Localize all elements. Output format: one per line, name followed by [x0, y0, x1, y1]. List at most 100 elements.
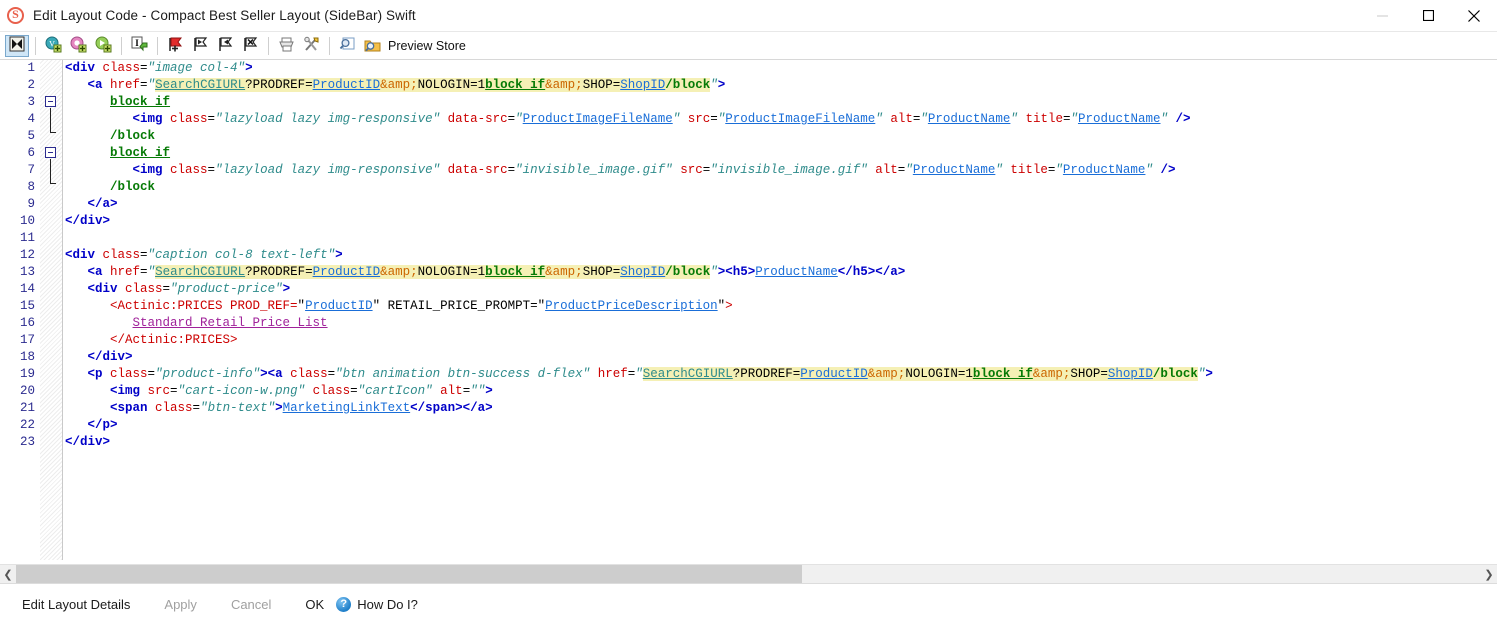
print-button[interactable]	[274, 35, 298, 57]
line-number: 6	[0, 145, 35, 162]
line-number: 10	[0, 213, 35, 230]
fold-toggle-line-3[interactable]	[45, 96, 56, 107]
code-line[interactable]: <img class="lazyload lazy img-responsive…	[63, 162, 1497, 179]
code-line[interactable]: block if	[63, 145, 1497, 162]
next-marker-button[interactable]	[188, 35, 212, 57]
variable-add-icon: V	[45, 36, 62, 56]
flag-next-icon	[192, 36, 209, 56]
insert-text-button[interactable]: I	[127, 35, 151, 57]
line-number: 23	[0, 434, 35, 451]
line-number: 2	[0, 77, 35, 94]
code-line[interactable]: </div>	[63, 434, 1497, 451]
cancel-button[interactable]: Cancel	[231, 597, 271, 612]
text-insert-icon: I	[131, 36, 148, 56]
previous-marker-button[interactable]	[213, 35, 237, 57]
flag-delete-icon	[242, 36, 259, 56]
code-line[interactable]: </a>	[63, 196, 1497, 213]
minimize-icon[interactable]	[1359, 0, 1405, 31]
close-icon[interactable]	[1451, 0, 1497, 31]
how-do-i-button[interactable]: ? How Do I?	[336, 597, 418, 612]
code-line[interactable]: </div>	[63, 349, 1497, 366]
hammer-wrench-icon	[303, 36, 320, 56]
line-number: 17	[0, 332, 35, 349]
line-number: 22	[0, 417, 35, 434]
code-line[interactable]: <p class="product-info"><a class="btn an…	[63, 366, 1497, 383]
toolbar-separator	[157, 37, 158, 55]
preview-store-button[interactable]: Preview Store	[360, 35, 472, 57]
toolbar-separator	[35, 37, 36, 55]
fold-range-line-3	[50, 108, 51, 133]
code-text-area[interactable]: <div class="image col-4"> <a href="Searc…	[62, 60, 1497, 560]
code-line[interactable]: /block	[63, 179, 1497, 196]
svg-text:I: I	[135, 38, 139, 48]
scroll-right-icon[interactable]: ❯	[1481, 565, 1497, 583]
select-layout-button[interactable]	[5, 35, 29, 57]
insert-block-button[interactable]	[91, 35, 115, 57]
line-number: 7	[0, 162, 35, 179]
code-line[interactable]: <div class="caption col-8 text-left">	[63, 247, 1497, 264]
code-line[interactable]: <a href="SearchCGIURL?PRODREF=ProductID&…	[63, 77, 1497, 94]
code-line[interactable]: <img src="cart-icon-w.png" class="cartIc…	[63, 383, 1497, 400]
code-line[interactable]: /block	[63, 128, 1497, 145]
delete-marker-button[interactable]	[238, 35, 262, 57]
code-line[interactable]: <div class="image col-4">	[63, 60, 1497, 77]
ok-button[interactable]: OK	[305, 597, 324, 612]
block-add-icon	[95, 36, 112, 56]
line-number: 19	[0, 366, 35, 383]
code-editor[interactable]: 1 2 3 4 5 6 7 8 9 10 11 12 13 14 15 16 1…	[0, 60, 1497, 560]
magnifier-page-icon	[339, 36, 356, 56]
line-number: 20	[0, 383, 35, 400]
code-line[interactable]: <span class="btn-text">MarketingLinkText…	[63, 400, 1497, 417]
horizontal-scroll-thumb[interactable]	[16, 565, 802, 583]
code-fold-column[interactable]	[40, 60, 62, 560]
code-line[interactable]	[63, 230, 1497, 247]
code-line[interactable]: <Actinic:PRICES PROD_REF="ProductID" RET…	[63, 298, 1497, 315]
add-marker-button[interactable]	[163, 35, 187, 57]
line-number: 15	[0, 298, 35, 315]
help-question-icon: ?	[336, 597, 351, 612]
toolbar-separator	[329, 37, 330, 55]
layout-grid-icon	[9, 36, 25, 55]
fold-toggle-line-6[interactable]	[45, 147, 56, 158]
code-editor-panel[interactable]: 1 2 3 4 5 6 7 8 9 10 11 12 13 14 15 16 1…	[0, 60, 1497, 560]
code-line[interactable]: </div>	[63, 213, 1497, 230]
main-toolbar: V	[0, 32, 1497, 60]
line-number: 9	[0, 196, 35, 213]
code-line[interactable]: block if	[63, 94, 1497, 111]
horizontal-scroll-track[interactable]	[16, 565, 1481, 583]
line-number: 18	[0, 349, 35, 366]
code-line[interactable]: </p>	[63, 417, 1497, 434]
dialog-button-bar: Edit Layout Details Apply Cancel OK ? Ho…	[0, 583, 1497, 624]
code-line[interactable]: <a href="SearchCGIURL?PRODREF=ProductID&…	[63, 264, 1497, 281]
window-title: Edit Layout Code - Compact Best Seller L…	[33, 8, 416, 23]
preview-store-label: Preview Store	[388, 39, 466, 53]
line-number: 11	[0, 230, 35, 247]
insert-variable-button[interactable]: V	[41, 35, 65, 57]
horizontal-scrollbar[interactable]: ❮ ❯	[0, 564, 1497, 583]
toolbar-separator	[121, 37, 122, 55]
window-titlebar: Edit Layout Code - Compact Best Seller L…	[0, 0, 1497, 32]
sellerdeck-logo-icon	[7, 7, 24, 24]
scroll-left-icon[interactable]: ❮	[0, 565, 16, 583]
flag-previous-icon	[217, 36, 234, 56]
tools-button[interactable]	[299, 35, 323, 57]
code-line[interactable]: Standard Retail Price List	[63, 315, 1497, 332]
apply-button[interactable]: Apply	[164, 597, 197, 612]
code-line[interactable]: <div class="product-price">	[63, 281, 1497, 298]
maximize-icon[interactable]	[1405, 0, 1451, 31]
window-controls	[1359, 0, 1497, 31]
line-number: 21	[0, 400, 35, 417]
line-number: 13	[0, 264, 35, 281]
line-number: 4	[0, 111, 35, 128]
line-number: 14	[0, 281, 35, 298]
line-number: 5	[0, 128, 35, 145]
insert-function-button[interactable]	[66, 35, 90, 57]
code-line[interactable]: </Actinic:PRICES>	[63, 332, 1497, 349]
edit-layout-details-button[interactable]: Edit Layout Details	[22, 597, 130, 612]
fold-range-line-6	[50, 159, 51, 184]
preview-page-button[interactable]	[335, 35, 359, 57]
line-number: 1	[0, 60, 35, 77]
code-line[interactable]: <img class="lazyload lazy img-responsive…	[63, 111, 1497, 128]
how-do-i-label: How Do I?	[357, 597, 418, 612]
line-number: 12	[0, 247, 35, 264]
